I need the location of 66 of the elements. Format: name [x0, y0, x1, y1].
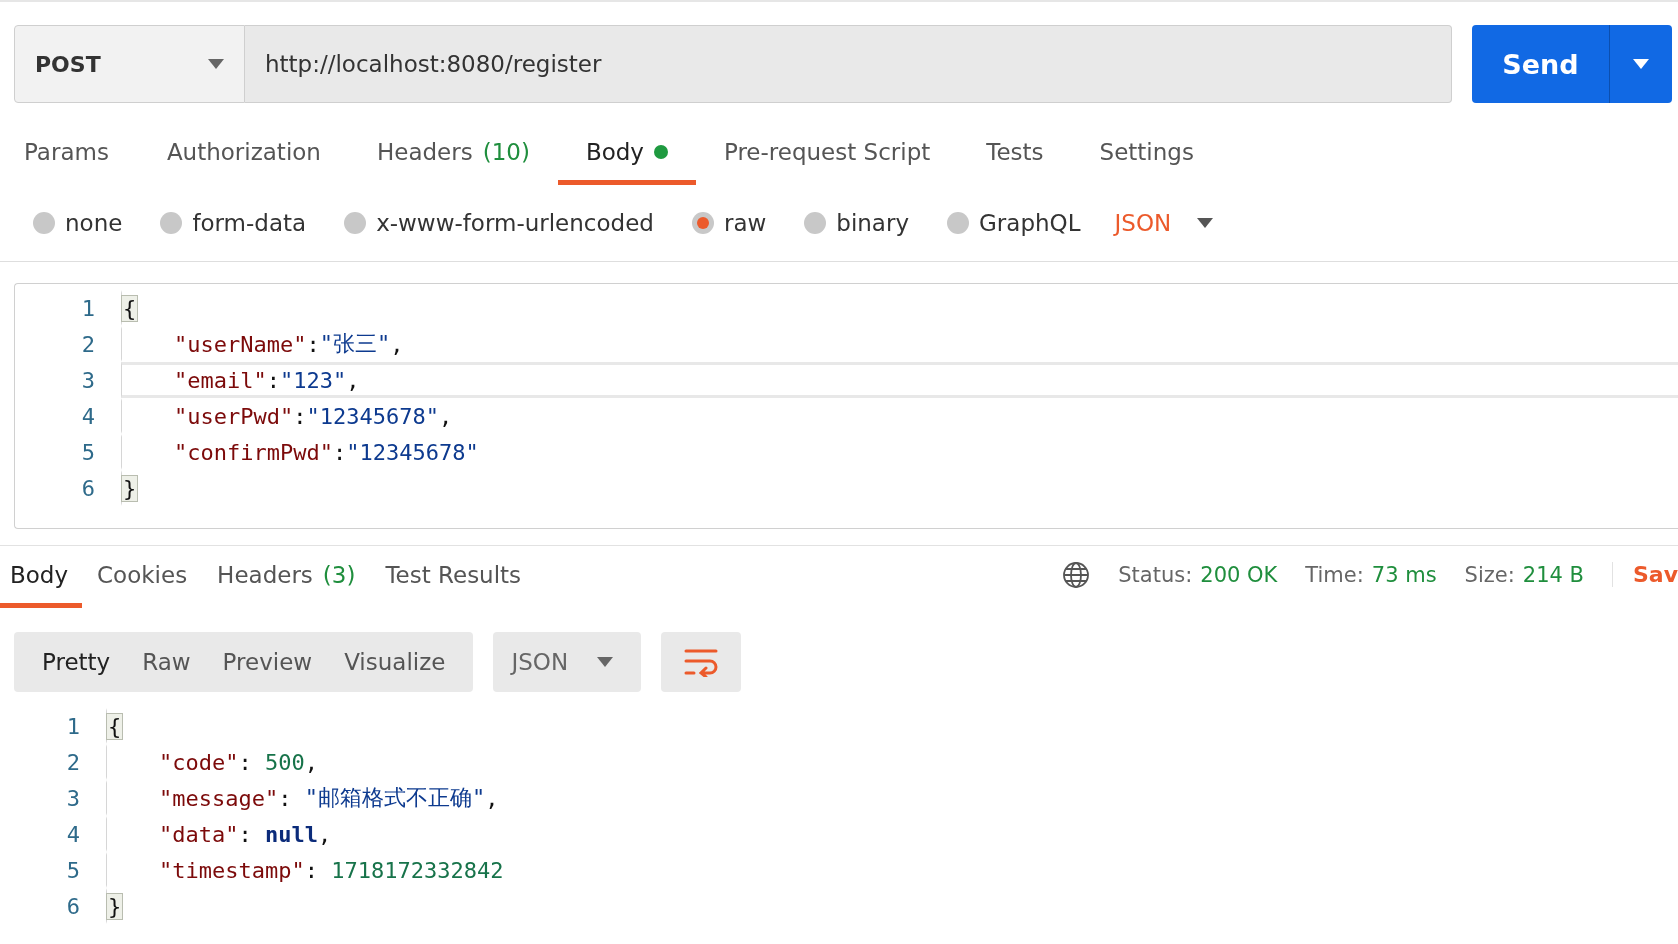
line-number: 4: [65, 821, 81, 847]
line-number: 1: [80, 295, 96, 321]
code-line: "confirmPwd":"12345678": [121, 434, 1678, 470]
line-number: 3: [65, 785, 81, 811]
code-line: }: [106, 888, 1678, 924]
body-type-radio[interactable]: binary: [804, 210, 910, 236]
code-line: "timestamp": 1718172332842: [106, 852, 1678, 888]
wrap-lines-icon: [684, 647, 719, 677]
request-tab[interactable]: Pre-request Script: [695, 123, 959, 185]
code-line: "email":"123",: [121, 362, 1678, 398]
line-number: 3: [80, 367, 96, 393]
status-label: Size:: [1464, 562, 1515, 587]
request-tab[interactable]: Tests: [958, 123, 1072, 185]
view-mode-button[interactable]: Pretty: [26, 632, 127, 692]
globe-icon[interactable]: [1062, 560, 1091, 589]
view-mode-button[interactable]: Visualize: [328, 632, 462, 692]
caret-icon: [597, 657, 614, 667]
line-number: 5: [80, 439, 96, 465]
body-type-radio[interactable]: none: [33, 210, 123, 236]
code-line: "userPwd":"12345678",: [121, 398, 1678, 434]
response-tab[interactable]: Cookies: [82, 546, 203, 608]
request-tab[interactable]: Body: [557, 123, 696, 185]
code-line: "data": null,: [106, 816, 1678, 852]
method-dropdown[interactable]: POST: [14, 25, 245, 103]
request-tab[interactable]: Params: [0, 123, 139, 185]
status-value: 73 ms: [1371, 562, 1437, 587]
body-type-radio[interactable]: form-data: [160, 210, 307, 236]
line-number: 6: [65, 893, 81, 919]
radio-label: raw: [723, 210, 767, 236]
caret-icon: [1633, 59, 1649, 69]
radio-label: binary: [836, 210, 910, 236]
view-mode-button[interactable]: Raw: [126, 632, 207, 692]
response-tab[interactable]: Body: [0, 546, 83, 608]
wrap-button[interactable]: [661, 632, 742, 692]
response-format-dropdown[interactable]: JSON: [493, 632, 642, 692]
response-tab[interactable]: Headers (3): [202, 546, 371, 608]
body-type-radio[interactable]: GraphQL: [947, 210, 1081, 236]
caret-icon: [208, 59, 224, 69]
code-line: {: [121, 290, 1678, 326]
radio-label: form-data: [192, 210, 307, 236]
request-tab[interactable]: Settings: [1071, 123, 1222, 185]
line-number: 6: [80, 475, 96, 501]
code-line: "code": 500,: [106, 744, 1678, 780]
code-line: "userName":"张三",: [121, 326, 1678, 362]
url-field[interactable]: http://localhost:8080/register: [245, 25, 1452, 103]
request-tab[interactable]: Authorization: [138, 123, 349, 185]
code-line: {: [106, 708, 1678, 744]
request-editor[interactable]: 1 { 2 "userName":"张三", 3 "email":"123", 4 "userPwd":"12345678", 5 "confirmPwd":"12345678" 6 }: [14, 283, 1678, 529]
status-value: 200 OK: [1200, 562, 1278, 587]
status-value: 214 B: [1522, 562, 1584, 587]
line-number: 1: [65, 713, 81, 739]
request-tab[interactable]: Headers (10): [348, 123, 558, 185]
code-line: }: [121, 470, 1678, 506]
line-number: 2: [80, 331, 96, 357]
caret-icon: [1197, 218, 1214, 228]
radio-label: none: [65, 210, 123, 236]
status-label: Time:: [1305, 562, 1364, 587]
line-number: 5: [65, 857, 81, 883]
status-label: Status:: [1118, 562, 1193, 587]
response-tab[interactable]: Test Results: [370, 546, 537, 608]
line-number: 4: [80, 403, 96, 429]
code-line: "message": "邮箱格式不正确",: [106, 780, 1678, 816]
radio-label: GraphQL: [979, 210, 1081, 236]
line-number: 2: [65, 749, 81, 775]
body-type-radio[interactable]: raw: [691, 210, 767, 236]
view-mode-button[interactable]: Preview: [206, 632, 329, 692]
